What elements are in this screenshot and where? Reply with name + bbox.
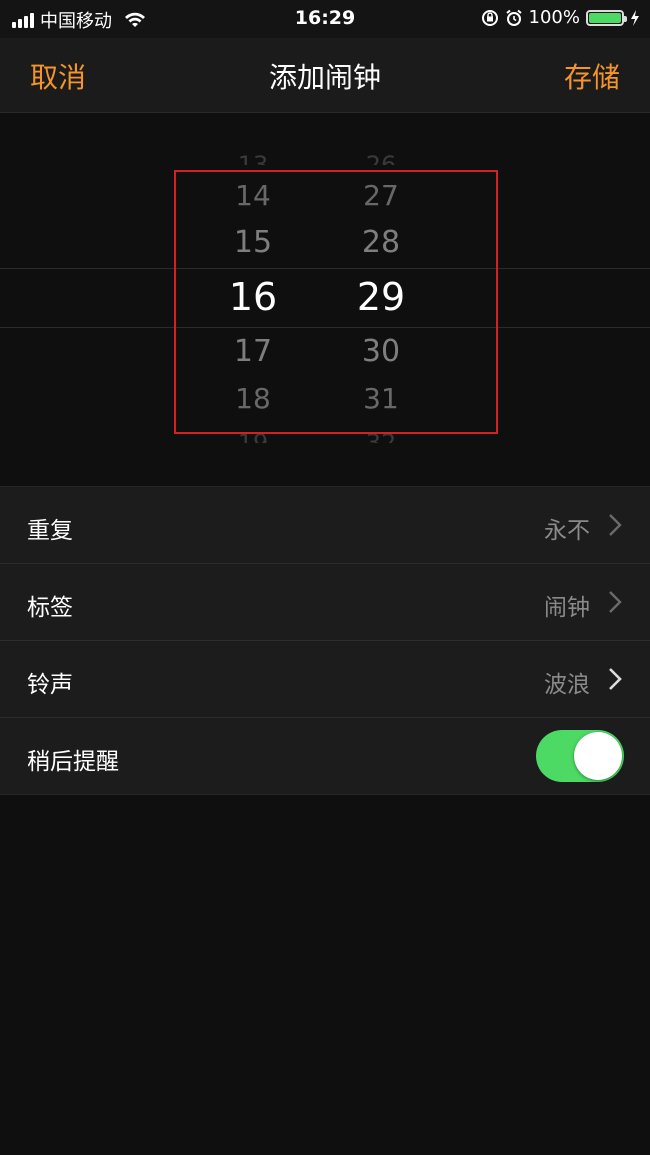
page-title: 添加闹钟 (268, 61, 381, 94)
minute-option: 26 (365, 151, 397, 165)
battery-percent: 100% (528, 7, 580, 28)
alarm-icon (505, 9, 522, 26)
repeat-label: 重复 (27, 518, 73, 544)
status-bar-left: 中国移动 (12, 7, 146, 33)
sound-row[interactable]: 铃声 波浪 (0, 641, 650, 718)
chevron-right-icon (609, 514, 622, 536)
status-bar-right: 100% (481, 7, 640, 28)
label-value: 闹钟 (544, 595, 590, 621)
status-bar: 中国移动 16:29 100% (0, 0, 650, 38)
charging-icon (631, 9, 639, 26)
label-label: 标签 (27, 595, 73, 621)
toggle-knob (574, 732, 622, 780)
repeat-row[interactable]: 重复 永不 (0, 487, 650, 564)
carrier-name: 中国移动 (40, 11, 112, 32)
battery-fill (589, 12, 621, 23)
chevron-right-icon (609, 591, 622, 613)
repeat-value: 永不 (544, 518, 590, 544)
sound-label: 铃声 (27, 672, 73, 698)
snooze-toggle[interactable] (536, 730, 624, 782)
chevron-right-icon (609, 668, 622, 690)
snooze-row: 稍后提醒 (0, 718, 650, 794)
nav-bar: 取消 添加闹钟 存储 (0, 38, 650, 113)
picker-highlight-box (174, 170, 498, 434)
hour-option: 13 (237, 151, 269, 165)
orientation-lock-icon (481, 9, 498, 26)
label-row[interactable]: 标签 闹钟 (0, 564, 650, 641)
cancel-button[interactable]: 取消 (30, 56, 86, 96)
signal-icon (12, 12, 34, 28)
alarm-settings-list: 重复 永不 标签 闹钟 铃声 波浪 稍后提醒 (0, 486, 650, 795)
battery-icon (586, 9, 627, 26)
time-picker: 13 14 15 16 17 18 19 26 27 28 29 30 31 3… (0, 113, 650, 486)
save-button[interactable]: 存储 (564, 56, 620, 96)
snooze-label: 稍后提醒 (27, 749, 119, 775)
wifi-icon (125, 12, 145, 27)
sound-value: 波浪 (544, 672, 590, 698)
